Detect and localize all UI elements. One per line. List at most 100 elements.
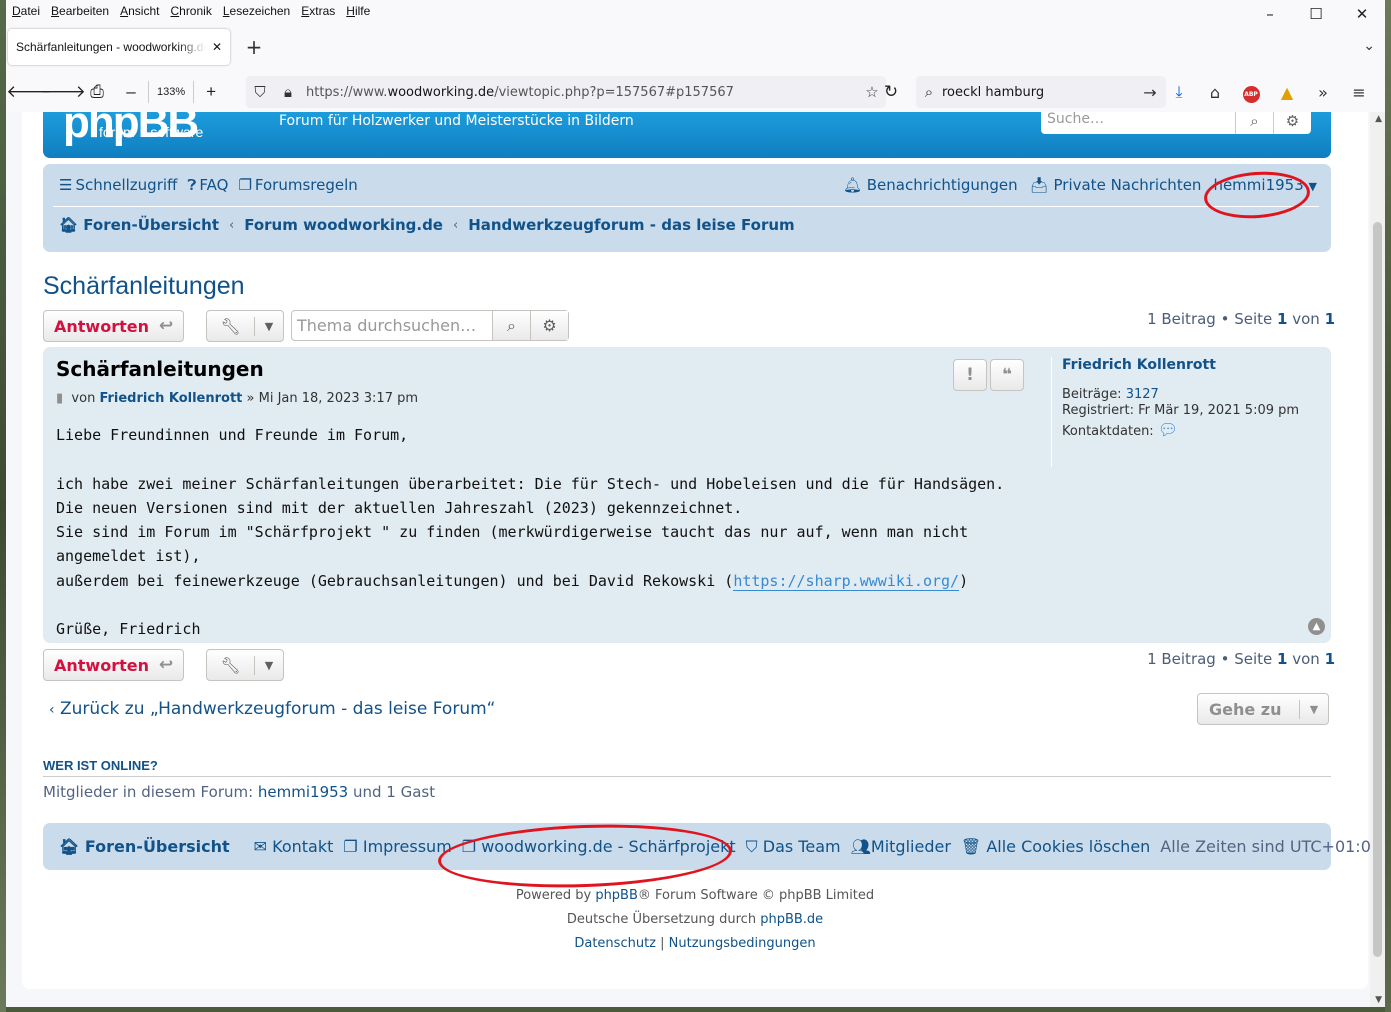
download-icon[interactable]: ⤓ <box>1161 82 1197 102</box>
phpbb-de-link[interactable]: phpBB.de <box>760 912 823 927</box>
scrollbar-thumb[interactable] <box>1373 222 1382 957</box>
speech-bubble-icon[interactable]: 💬︎ <box>1158 420 1178 439</box>
overflow-chevrons-icon[interactable]: » <box>1305 83 1341 102</box>
back-to-top-icon[interactable]: ▲ <box>1308 618 1325 635</box>
sharp-wiki-link[interactable]: https://sharp.wwwiki.org/ <box>733 571 960 591</box>
scroll-down-arrow-icon[interactable]: ▼ <box>1375 995 1382 1005</box>
maximize-button[interactable]: ☐ <box>1293 0 1339 28</box>
profile-username[interactable]: Friedrich Kollenrott <box>1062 357 1321 373</box>
online-user-link[interactable]: hemmi1953 <box>258 783 348 801</box>
quicklinks-label: Schnellzugriff <box>75 176 178 194</box>
breadcrumb-home[interactable]: 🏠︎ Foren-Übersicht <box>59 216 219 234</box>
menu-datei[interactable]: Datei <box>12 4 40 18</box>
breadcrumb-subforum[interactable]: Handwerkzeugforum - das leise Forum <box>468 216 794 234</box>
gear-icon[interactable]: ⚙ <box>1273 112 1311 134</box>
posts-count-link[interactable]: 3127 <box>1126 387 1159 402</box>
post-greeting: Grüße, Friedrich <box>56 620 201 639</box>
notifications-link[interactable]: 🔔︎ Benachrichtigungen <box>843 176 1018 194</box>
topic-tools-bottom[interactable]: 🔧︎ ▼ <box>206 649 284 681</box>
pagination-of: von <box>1287 310 1325 328</box>
extension-icon[interactable]: ▲ <box>1269 83 1305 102</box>
jumpbox-button[interactable]: Gehe zu ▼ <box>1197 693 1329 725</box>
footer-imprint-link[interactable]: ❐ Impressum <box>343 837 451 856</box>
shield-icon[interactable]: ⛉ <box>246 83 274 101</box>
page-scrollbar[interactable]: ▲ ▼ <box>1370 112 1385 1007</box>
phpbb-link[interactable]: phpBB <box>595 888 638 903</box>
menu-hilfe[interactable]: Hilfe <box>346 4 370 18</box>
back-to-forum-link[interactable]: ‹ Zurück zu „Handwerkzeugforum - das lei… <box>49 699 495 719</box>
menu-bearbeiten[interactable]: Bearbeiten <box>51 4 109 18</box>
tab-list-chevron-icon[interactable]: ⌄ <box>1363 38 1375 54</box>
post-author-link[interactable]: Friedrich Kollenrott <box>99 391 242 406</box>
browser-search-value[interactable]: roeckl hamburg <box>942 85 1134 100</box>
reply-button-top[interactable]: Antworten ↩ <box>43 310 185 342</box>
footer-contact-link[interactable]: ✉ Kontakt <box>254 837 334 856</box>
zoom-out-button[interactable]: – <box>114 76 148 108</box>
minimize-button[interactable]: – <box>1247 0 1293 28</box>
tab-bar: Schärfanleitungen - woodworking.de ✕ + <box>6 22 1385 72</box>
lock-icon[interactable]: 🔒︎ <box>274 83 302 101</box>
zoom-in-button[interactable]: + <box>194 76 228 108</box>
tab-close-icon[interactable]: ✕ <box>212 40 222 54</box>
breadcrumb-forum[interactable]: Forum woodworking.de <box>244 216 443 234</box>
menu-ansicht[interactable]: Ansicht <box>120 4 159 18</box>
url-bar[interactable]: ⛉ 🔒︎ https://www.woodworking.de/viewtopi… <box>246 76 886 108</box>
close-window-button[interactable]: ✕ <box>1339 0 1385 28</box>
footer-home-link[interactable]: 🏠︎ Foren-Übersicht <box>59 837 230 856</box>
pm-label: Private Nachrichten <box>1053 176 1202 194</box>
browser-search-bar[interactable]: ⌕ roeckl hamburg → <box>916 76 1166 108</box>
page-title[interactable]: Schärfanleitungen <box>43 272 245 301</box>
menu-lesezeichen[interactable]: Lesezeichen <box>223 4 290 18</box>
terms-link[interactable]: Nutzungsbedingungen <box>669 936 816 951</box>
post-document-icon[interactable]: ▮ <box>56 391 63 406</box>
post-line: ich habe zwei meiner Schärfanleitungen ü… <box>56 474 1005 493</box>
hamburger-menu-icon[interactable]: ≡ <box>1341 83 1377 102</box>
quote-button[interactable]: ❝ <box>990 359 1024 391</box>
nav-divider <box>53 206 1319 207</box>
legal-separator: | <box>660 936 665 951</box>
breadcrumb-home-label: Foren-Übersicht <box>83 216 219 234</box>
registered-label: Registriert: <box>1062 403 1134 418</box>
document-icon: ❐ <box>238 176 252 194</box>
footer-members-link[interactable]: 👥︎Mitglieder <box>851 837 951 856</box>
header-search-input[interactable]: Suche… <box>1041 112 1235 134</box>
privacy-link[interactable]: Datenschutz <box>574 936 656 951</box>
url-prefix: https://www. <box>306 84 388 100</box>
online-divider <box>43 776 1331 777</box>
footer-timezone: Alle Zeiten sind UTC+01:00 <box>1160 837 1382 856</box>
gear-icon[interactable]: ⚙ <box>530 311 568 340</box>
footer-team-link[interactable]: ⛉ Das Team <box>746 837 841 857</box>
search-icon: ⌕ <box>924 83 934 101</box>
report-button[interactable]: ! <box>953 359 987 391</box>
who-is-online-heading[interactable]: WER IST ONLINE? <box>43 758 158 773</box>
post-title[interactable]: Schärfanleitungen <box>56 357 264 381</box>
breadcrumb: 🏠︎ Foren-Übersicht ‹ Forum woodworking.d… <box>59 216 795 234</box>
scroll-up-arrow-icon[interactable]: ▲ <box>1375 114 1382 124</box>
search-icon[interactable]: ⌕ <box>1235 112 1273 134</box>
reload-icon[interactable]: ↻ <box>874 76 908 108</box>
adblock-icon[interactable]: ABP <box>1233 81 1269 103</box>
back-link-label: Zurück zu „Handwerkzeugforum - das leise… <box>60 699 496 719</box>
footer-imprint-label: Impressum <box>362 837 452 856</box>
rules-link[interactable]: ❐ Forumsregeln <box>238 176 357 194</box>
private-messages-link[interactable]: 📥︎ Private Nachrichten <box>1030 176 1202 194</box>
url-text[interactable]: https://www.woodworking.de/viewtopic.php… <box>302 85 858 100</box>
users-icon: 👥︎ <box>850 837 871 856</box>
print-icon[interactable]: ⎙ <box>80 76 114 108</box>
zoom-level[interactable]: 133% <box>148 81 195 103</box>
home-icon[interactable]: ⌂ <box>1197 83 1233 102</box>
menu-extras[interactable]: Extras <box>301 4 335 18</box>
reply-button-bottom[interactable]: Antworten ↩ <box>43 649 185 681</box>
topic-search-input[interactable]: Thema durchsuchen… <box>292 311 492 340</box>
faq-link[interactable]: ❓︎ FAQ <box>187 176 228 194</box>
forward-arrow-icon[interactable]: 🡒 <box>40 76 86 108</box>
topic-tools-top[interactable]: 🔧︎ ▼ <box>206 310 284 342</box>
menu-chronik[interactable]: Chronik <box>170 4 211 18</box>
reply-label: Antworten <box>54 655 149 675</box>
quicklinks-link[interactable]: ☰ Schnellzugriff <box>59 176 177 194</box>
footer-cookies-link[interactable]: 🗑︎ Alle Cookies löschen <box>961 837 1150 856</box>
total-pages: 1 <box>1324 650 1335 668</box>
tab-active[interactable]: Schärfanleitungen - woodworking.de ✕ <box>8 29 230 65</box>
new-tab-button[interactable]: + <box>238 31 270 63</box>
search-icon[interactable]: ⌕ <box>492 311 530 340</box>
